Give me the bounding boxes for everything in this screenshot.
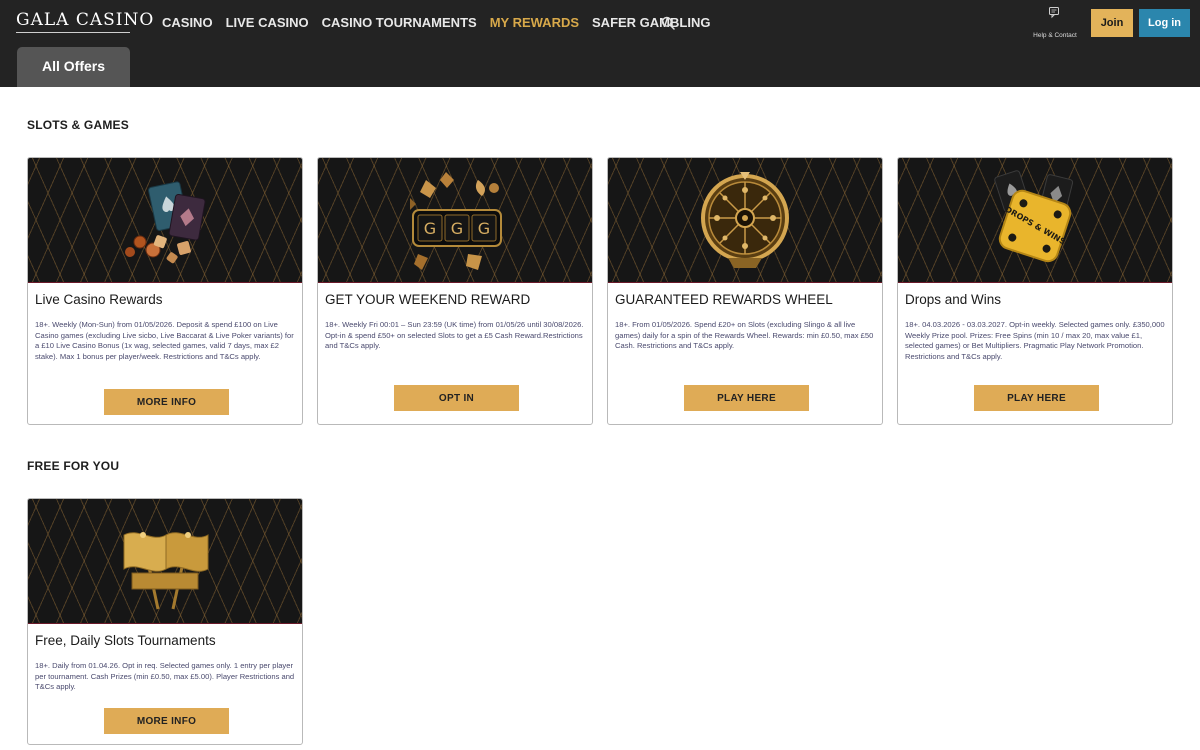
section-title-free-for-you: FREE FOR YOU [27,459,120,473]
header: GALA CASINO CASINO LIVE CASINO CASINO TO… [0,0,1200,87]
offer-title: Live Casino Rewards [35,292,163,307]
join-button[interactable]: Join [1091,9,1133,37]
offer-card-daily-slots-tournaments: Free, Daily Slots Tournaments 18+. Daily… [27,498,303,745]
nav-safer-gambling[interactable]: SAFER GAMBLING [592,15,710,30]
offer-terms: 18+. 04.03.2026 - 03.03.2027. Opt-in wee… [905,320,1165,361]
playing-cards-chips-icon [125,181,206,264]
offer-terms: 18+. Weekly Fri 00:01 – Sun 23:59 (UK ti… [325,320,584,350]
gala-casino-logo[interactable]: GALA CASINO [16,10,155,34]
tab-all-offers[interactable]: All Offers [17,47,130,87]
offer-title: GET YOUR WEEKEND REWARD [325,292,531,307]
offer-card-weekend-reward: G G G GET YOUR WEEKEND REWARD 18+. Weekl… [317,157,593,425]
offer-image: G G G [318,158,592,283]
offer-image [28,158,302,283]
nav-casino-tournaments[interactable]: CASINO TOURNAMENTS [322,15,477,30]
search-icon[interactable] [661,16,675,30]
offer-terms: 18+. From 01/05/2026. Spend £20+ on Slot… [615,320,874,350]
play-here-button[interactable]: PLAY HERE [684,385,809,411]
rewards-wheel-icon [701,172,789,268]
logo-underline [16,32,130,33]
dice-icon: DROPS & WINS [994,170,1074,263]
offer-terms: 18+. Weekly (Mon-Sun) from 01/05/2026. D… [35,320,294,361]
play-here-button[interactable]: PLAY HERE [974,385,1099,411]
nav-casino[interactable]: CASINO [162,15,213,30]
offer-card-live-casino-rewards: Live Casino Rewards 18+. Weekly (Mon-Sun… [27,157,303,425]
offer-title: GUARANTEED REWARDS WHEEL [615,292,833,307]
help-contact[interactable]: Help & Contact [1026,6,1084,39]
more-info-button[interactable]: MORE INFO [104,389,229,415]
logo-text: GALA CASINO [16,10,155,30]
offer-image [608,158,882,283]
offer-card-rewards-wheel: GUARANTEED REWARDS WHEEL 18+. From 01/05… [607,157,883,425]
section-title-slots-games: SLOTS & GAMES [27,118,129,132]
svg-text:G: G [424,219,436,238]
offer-image [28,499,302,624]
offer-image: DROPS & WINS [898,158,1172,283]
gold-flags-icon [123,532,209,610]
opt-in-button[interactable]: OPT IN [394,385,519,411]
main-nav: CASINO LIVE CASINO CASINO TOURNAMENTS MY… [162,13,723,31]
login-button[interactable]: Log in [1139,9,1190,37]
nav-my-rewards[interactable]: MY REWARDS [490,15,579,30]
offer-terms: 18+. Daily from 01.04.26. Opt in req. Se… [35,661,295,691]
help-contact-label: Help & Contact [1033,32,1077,39]
nav-live-casino[interactable]: LIVE CASINO [226,15,309,30]
offer-card-drops-and-wins: DROPS & WINS Drops and Wins 18+. 04.03.2… [897,157,1173,425]
chat-bubble-icon [1049,7,1059,19]
offer-title: Free, Daily Slots Tournaments [35,633,216,648]
more-info-button[interactable]: MORE INFO [104,708,229,734]
svg-text:G: G [478,219,490,238]
slot-reels-icon: G G G [410,172,502,270]
svg-text:G: G [451,219,463,238]
offer-title: Drops and Wins [905,292,1002,307]
